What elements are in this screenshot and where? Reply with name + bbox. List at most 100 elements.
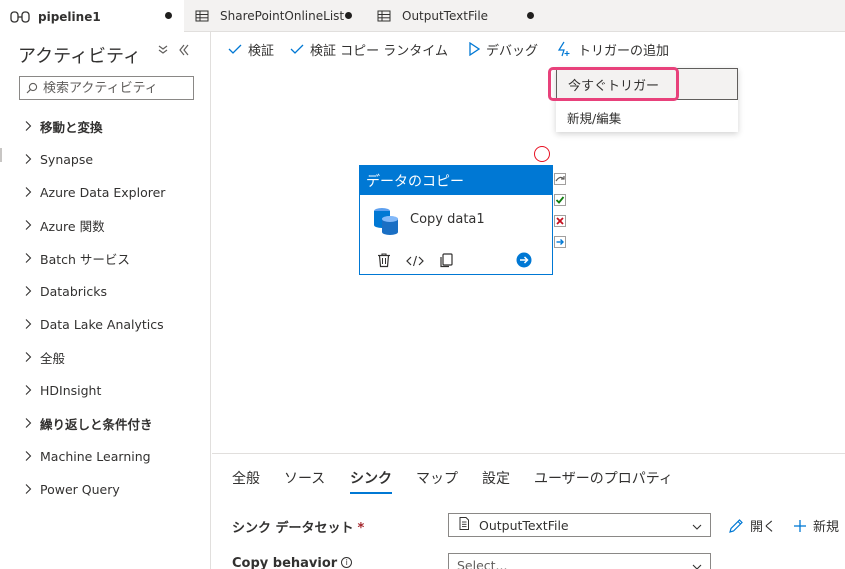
success-handle-icon[interactable] <box>554 193 566 207</box>
activity-category[interactable]: 繰り返しと条件付き <box>22 413 153 433</box>
validate-button[interactable]: 検証 <box>228 37 274 61</box>
plus-icon <box>794 519 806 532</box>
tab-sink[interactable]: シンク <box>350 468 392 488</box>
tab-user-properties[interactable]: ユーザーのプロパティ <box>534 468 673 488</box>
tab-source[interactable]: ソース <box>284 468 325 488</box>
node-actions <box>376 252 454 272</box>
chevron-right-icon <box>25 286 32 296</box>
chevron-right-icon <box>25 352 32 362</box>
copy-behavior-select[interactable]: Select... <box>448 553 711 569</box>
unsaved-dot <box>165 12 172 19</box>
chevron-right-icon <box>25 385 32 395</box>
activity-category[interactable]: HDInsight <box>22 380 101 400</box>
info-icon[interactable]: i <box>341 557 353 568</box>
activity-category-label: Synapse <box>40 151 94 167</box>
code-icon[interactable] <box>406 253 424 272</box>
unsaved-dot <box>345 12 352 19</box>
tab-bar: pipeline1 SharePointOnlineList OutputTex… <box>0 0 845 33</box>
debug-label: デバッグ <box>486 43 539 59</box>
sink-dataset-select[interactable]: OutputTextFile <box>448 513 711 537</box>
check-icon <box>228 44 242 54</box>
failure-handle-icon[interactable] <box>554 214 566 228</box>
activity-category-label: 繰り返しと条件付き <box>40 416 153 432</box>
add-trigger-button[interactable]: トリガーの追加 <box>556 37 669 61</box>
activity-type-header: データのコピー <box>360 166 552 195</box>
activity-search[interactable] <box>19 76 194 100</box>
highlight-callout <box>548 67 679 101</box>
tab-label: OutputTextFile <box>402 9 489 23</box>
chevron-right-icon <box>25 220 32 230</box>
activity-category[interactable]: 全般 <box>22 347 65 367</box>
activity-category[interactable]: Machine Learning <box>22 446 151 466</box>
activity-category-label: Batch サービス <box>40 251 130 267</box>
sink-dataset-label: シンク データセット * <box>232 517 364 536</box>
sidebar-title: アクティビティ <box>18 46 141 67</box>
pipeline-toolbar: 検証 検証 コピー ランタイム デバッグ トリガーの追加 <box>212 32 845 66</box>
chevron-down-icon <box>692 560 702 569</box>
validate-copy-runtime-button[interactable]: 検証 コピー ランタイム <box>290 37 448 61</box>
tab-sharepointonlinelist[interactable]: SharePointOnlineList <box>184 0 366 32</box>
chevron-right-icon <box>25 319 32 329</box>
file-icon <box>459 517 469 533</box>
collapse-all-icon[interactable] <box>158 44 168 60</box>
sidebar-controls <box>158 44 190 60</box>
required-mark: * <box>357 521 365 536</box>
new-dataset-button[interactable]: 新規 <box>793 516 839 535</box>
delete-icon[interactable] <box>376 252 392 272</box>
chevron-right-icon <box>25 253 32 263</box>
activity-category[interactable]: Data Lake Analytics <box>22 314 164 334</box>
activity-category[interactable]: Synapse <box>22 149 93 169</box>
open-label: 開く <box>750 520 777 535</box>
activity-category-label: 全般 <box>40 350 66 366</box>
unsaved-dot <box>527 12 534 19</box>
copy-activity-node[interactable]: データのコピー Copy data1 <box>359 165 553 275</box>
copy-behavior-label: Copy behavior i <box>232 556 353 569</box>
chevron-right-icon <box>25 484 32 494</box>
search-input[interactable] <box>43 80 183 96</box>
sink-dataset-label-text: シンク データセット <box>232 521 354 536</box>
activity-category[interactable]: Power Query <box>22 479 120 499</box>
activity-category-label: HDInsight <box>40 382 102 398</box>
chevron-right-icon <box>25 451 32 461</box>
sink-dataset-value: OutputTextFile <box>479 517 569 533</box>
tab-mapping[interactable]: マップ <box>416 468 458 488</box>
activity-category[interactable]: Databricks <box>22 281 107 301</box>
pencil-icon <box>729 518 743 533</box>
app-root: pipeline1 SharePointOnlineList OutputTex… <box>0 0 845 569</box>
copy-behavior-placeholder: Select... <box>457 557 508 569</box>
lightning-icon <box>557 41 570 57</box>
new-label: 新規 <box>813 520 840 535</box>
menu-item-new-edit[interactable]: 新規/編集 <box>556 104 738 130</box>
chevron-down-icon <box>692 520 702 535</box>
go-to-details-icon[interactable] <box>516 252 532 272</box>
activity-category[interactable]: Batch サービス <box>22 248 130 268</box>
completion-handle-icon[interactable] <box>554 235 566 249</box>
activity-category[interactable]: 移動と変換 <box>22 116 103 136</box>
check-icon <box>290 44 304 54</box>
chevron-right-icon <box>25 418 32 428</box>
tab-pipeline1[interactable]: pipeline1 <box>0 0 184 33</box>
activity-category-label: Power Query <box>40 481 120 497</box>
debug-button[interactable]: デバッグ <box>468 37 538 61</box>
chevron-right-icon <box>25 121 32 131</box>
activity-category-label: Azure 関数 <box>40 218 105 234</box>
chevron-right-icon <box>25 154 32 164</box>
activity-category-label: Databricks <box>40 283 108 299</box>
table-icon <box>374 9 394 23</box>
activity-category[interactable]: Azure Data Explorer <box>22 182 165 202</box>
activity-category-label: 移動と変換 <box>40 119 103 135</box>
tab-label: SharePointOnlineList <box>220 9 345 23</box>
dependency-handles <box>554 172 566 249</box>
activity-category[interactable]: Azure 関数 <box>22 215 105 235</box>
clone-icon[interactable] <box>438 252 454 272</box>
active-tab-indicator <box>350 492 392 494</box>
skip-handle-icon[interactable] <box>554 172 566 186</box>
tab-general[interactable]: 全般 <box>232 468 260 488</box>
open-dataset-button[interactable]: 開く <box>728 516 776 535</box>
tab-outputtextfile[interactable]: OutputTextFile <box>366 0 548 32</box>
add-trigger-label: トリガーの追加 <box>578 43 670 59</box>
collapse-sidebar-icon[interactable] <box>178 44 190 60</box>
chevron-right-icon <box>25 187 32 197</box>
tab-settings[interactable]: 設定 <box>482 468 510 488</box>
pipeline-icon <box>10 10 30 24</box>
